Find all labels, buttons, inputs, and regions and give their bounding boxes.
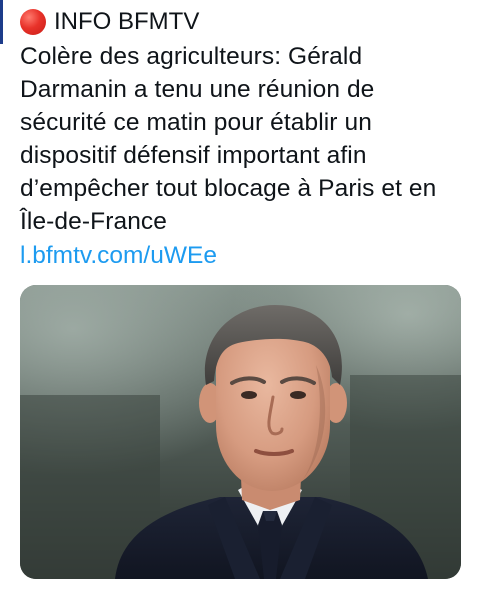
portrait-photo (20, 285, 461, 579)
post-link[interactable]: l.bfmtv.com/uWEe (20, 239, 217, 272)
source-label: INFO BFMTV (54, 8, 200, 35)
red-circle-icon (20, 9, 46, 35)
post: INFO BFMTV Colère des agriculteurs: Géra… (20, 6, 464, 272)
left-edge-accent (0, 0, 3, 44)
post-text: Colère des agriculteurs: Gérald Darmanin… (20, 43, 437, 235)
post-header: INFO BFMTV (20, 6, 464, 38)
post-image[interactable] (20, 285, 461, 579)
